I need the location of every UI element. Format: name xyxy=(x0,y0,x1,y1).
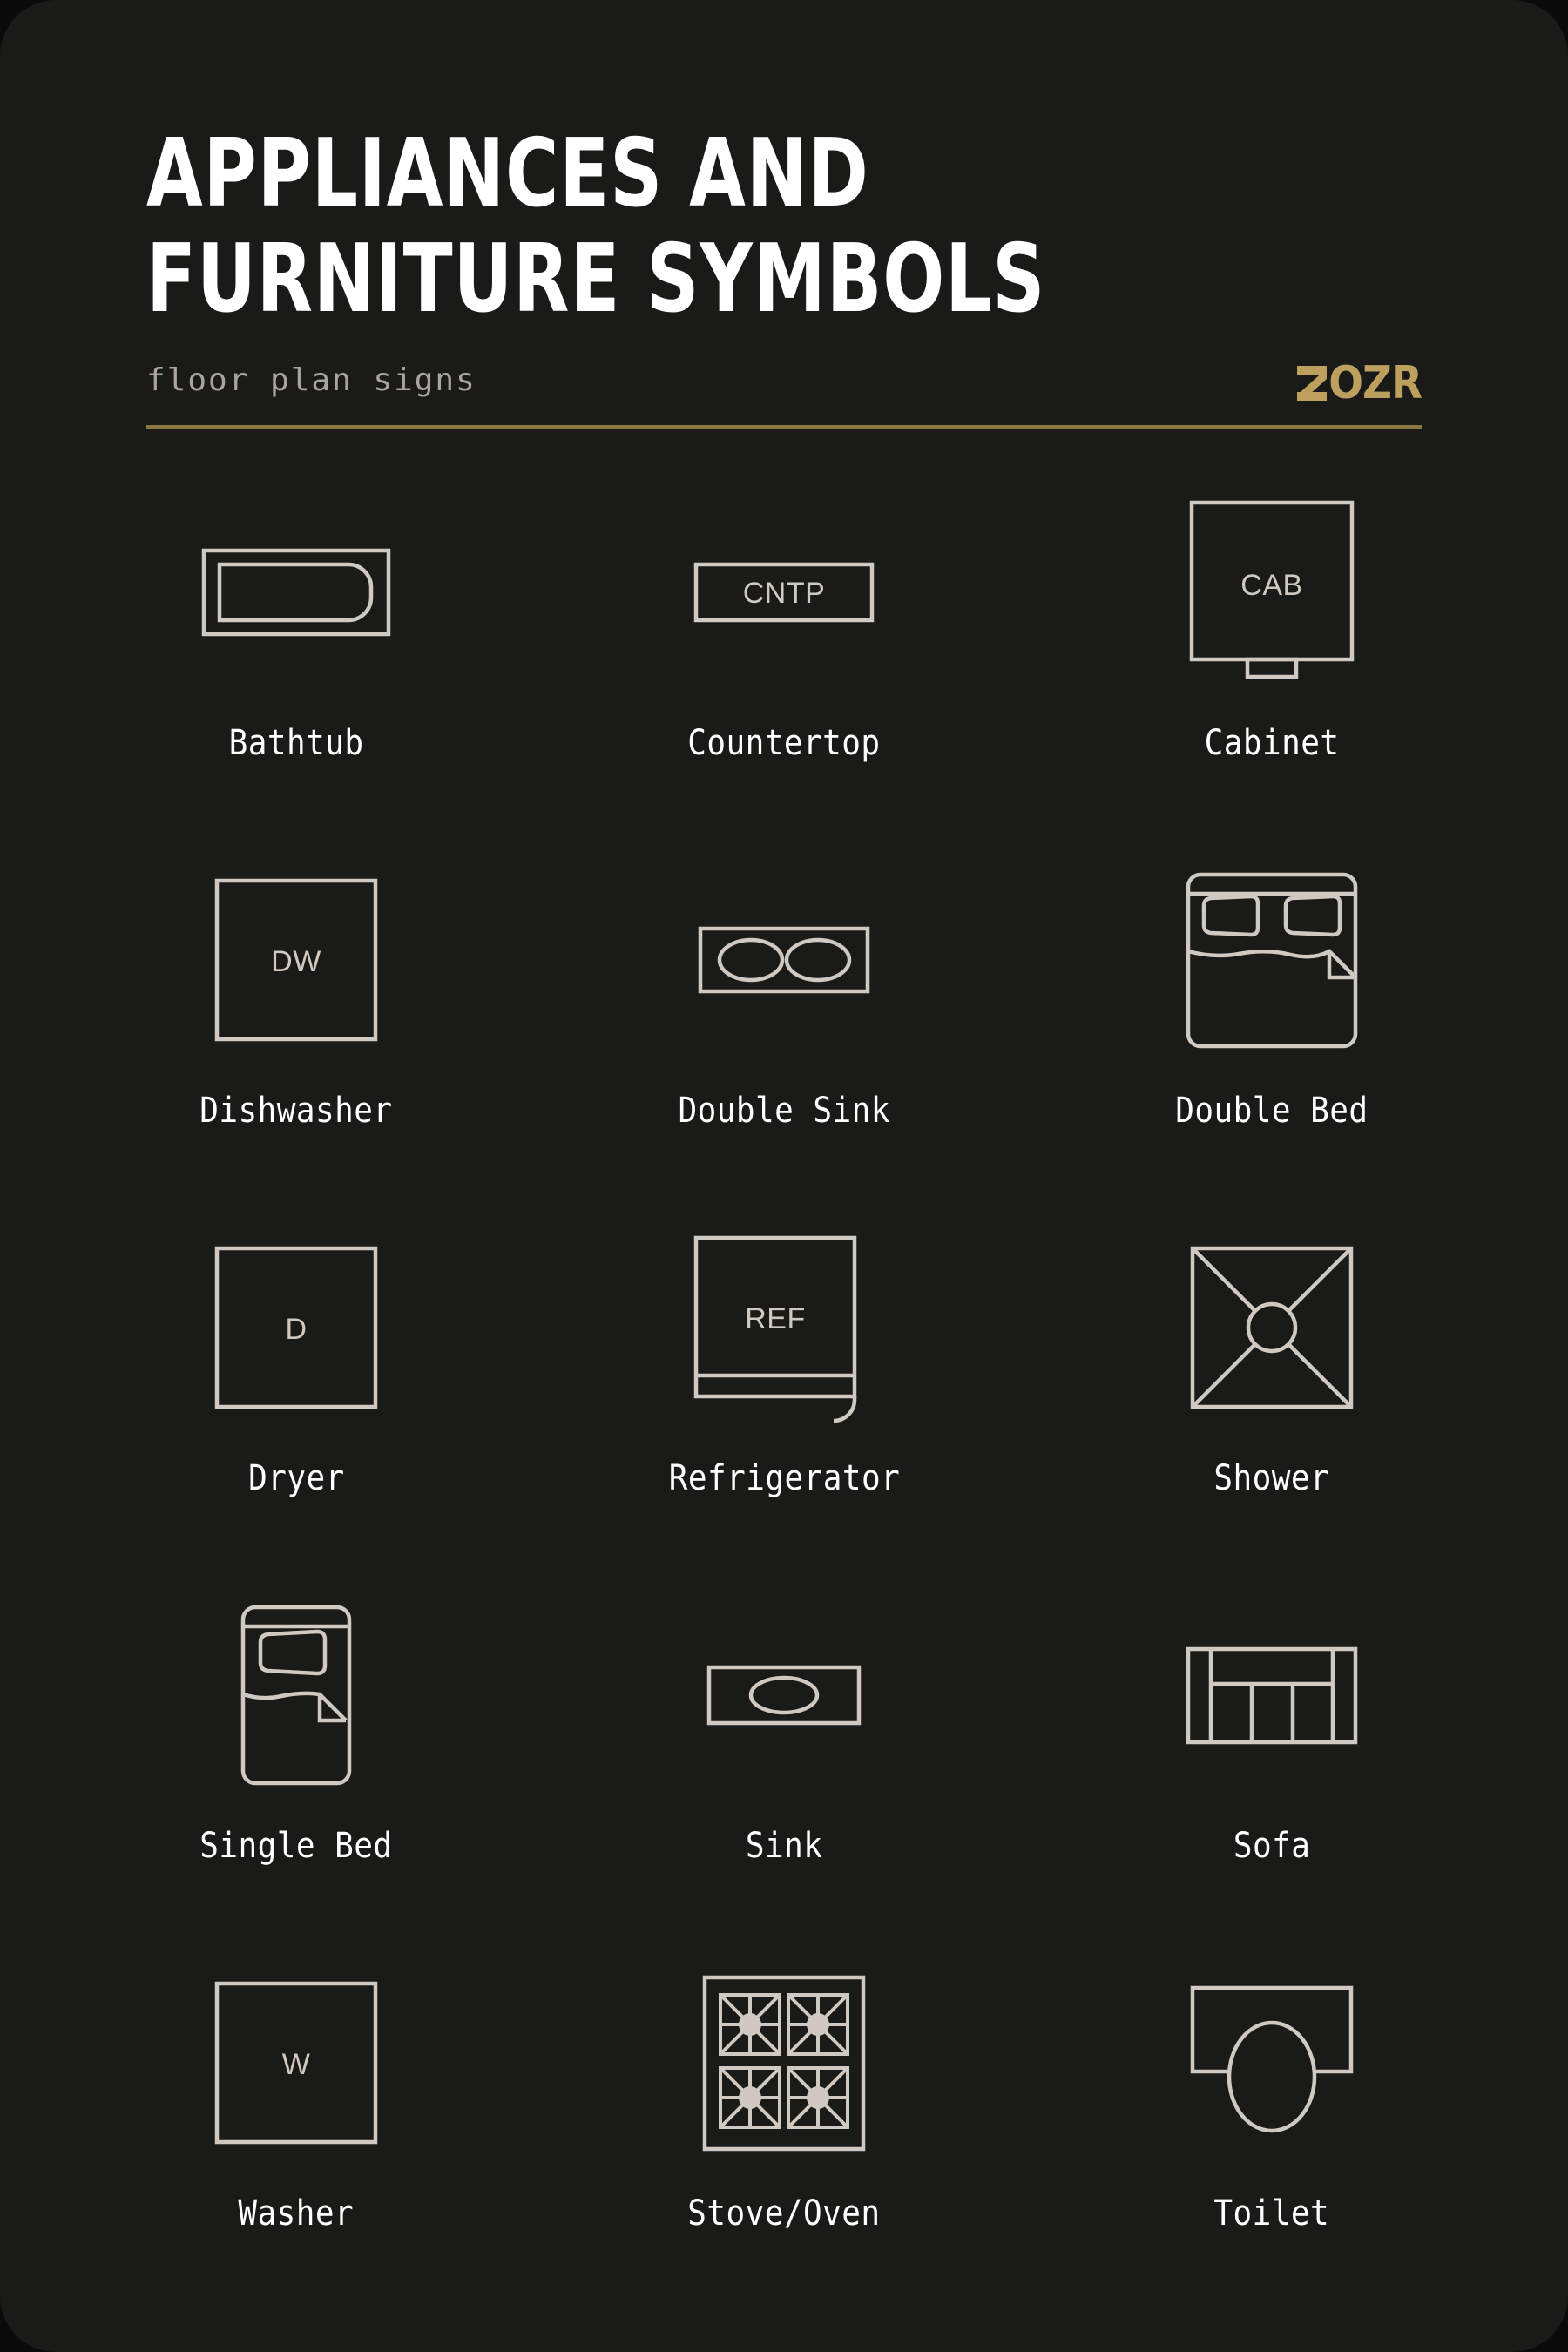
symbol-cell-cabinet: CAB Cabinet xyxy=(1028,488,1516,855)
symbol-label: Double Bed xyxy=(1175,1091,1369,1131)
dryer-inner-text: D xyxy=(285,1313,307,1346)
symbol-label: Countertop xyxy=(687,723,881,763)
symbol-cell-shower: Shower xyxy=(1028,1223,1516,1591)
cabinet-inner-text: CAB xyxy=(1240,569,1302,602)
symbol-cell-countertop: CNTP Countertop xyxy=(540,488,1028,855)
symbol-label: Single Bed xyxy=(199,1826,393,1866)
symbol-label: Refrigerator xyxy=(668,1458,900,1498)
dryer-icon: D xyxy=(52,1223,540,1432)
symbol-label: Dishwasher xyxy=(199,1091,393,1131)
symbol-cell-washer: W Washer xyxy=(52,1958,540,2326)
symbol-label: Bathtub xyxy=(228,723,364,763)
header: APPLIANCES AND FURNITURE SYMBOLS floor p… xyxy=(146,119,1423,409)
symbol-cell-single-bed: Single Bed xyxy=(52,1591,540,1958)
symbol-cell-double-sink: Double Sink xyxy=(540,855,1028,1223)
dishwasher-icon: DW xyxy=(52,855,540,1064)
cabinet-icon: CAB xyxy=(1028,488,1516,697)
symbol-grid: Bathtub CNTP Countertop CAB Cabinet DW D… xyxy=(52,488,1516,2326)
symbol-cell-sink: Sink xyxy=(540,1591,1028,1958)
symbol-label: Dryer xyxy=(247,1458,345,1498)
symbol-label: Sink xyxy=(745,1826,823,1866)
symbol-label: Double Sink xyxy=(678,1091,890,1131)
sink-icon xyxy=(540,1591,1028,1800)
bathtub-icon xyxy=(52,488,540,697)
refrigerator-icon: REF xyxy=(540,1223,1028,1432)
page-subtitle: floor plan signs xyxy=(146,362,476,398)
washer-icon: W xyxy=(52,1958,540,2167)
symbol-label: Stove/Oven xyxy=(687,2193,881,2234)
toilet-icon xyxy=(1028,1958,1516,2167)
single-bed-icon xyxy=(52,1591,540,1800)
symbol-cell-toilet: Toilet xyxy=(1028,1958,1516,2326)
refrigerator-inner-text: REF xyxy=(745,1302,806,1335)
symbol-label: Sofa xyxy=(1233,1826,1311,1866)
logo-z-mark-icon xyxy=(1297,365,1328,401)
shower-icon xyxy=(1028,1223,1516,1432)
symbol-cell-dryer: D Dryer xyxy=(52,1223,540,1591)
countertop-icon: CNTP xyxy=(540,488,1028,697)
double-sink-icon xyxy=(540,855,1028,1064)
double-bed-icon xyxy=(1028,855,1516,1064)
page-title: APPLIANCES AND FURNITURE SYMBOLS xyxy=(146,119,1046,334)
symbol-cell-dishwasher: DW Dishwasher xyxy=(52,855,540,1223)
brand-logo: OZR xyxy=(1297,356,1423,409)
symbol-label: Toilet xyxy=(1213,2193,1330,2234)
logo-text: OZR xyxy=(1328,356,1423,409)
stove-oven-icon xyxy=(540,1958,1028,2167)
symbol-cell-sofa: Sofa xyxy=(1028,1591,1516,1958)
symbol-cell-stove-oven: Stove/Oven xyxy=(540,1958,1028,2326)
symbol-cell-double-bed: Double Bed xyxy=(1028,855,1516,1223)
symbol-label: Cabinet xyxy=(1204,723,1340,763)
countertop-inner-text: CNTP xyxy=(743,577,826,610)
header-divider xyxy=(146,425,1422,429)
header-subrow: floor plan signs OZR xyxy=(146,356,1423,409)
symbol-cell-refrigerator: REF Refrigerator xyxy=(540,1223,1028,1591)
symbol-label: Washer xyxy=(238,2193,355,2234)
symbol-cell-bathtub: Bathtub xyxy=(52,488,540,855)
infographic-card: APPLIANCES AND FURNITURE SYMBOLS floor p… xyxy=(0,0,1568,2352)
sofa-icon xyxy=(1028,1591,1516,1800)
washer-inner-text: W xyxy=(282,2048,311,2081)
dishwasher-inner-text: DW xyxy=(271,945,321,978)
symbol-label: Shower xyxy=(1213,1458,1330,1498)
